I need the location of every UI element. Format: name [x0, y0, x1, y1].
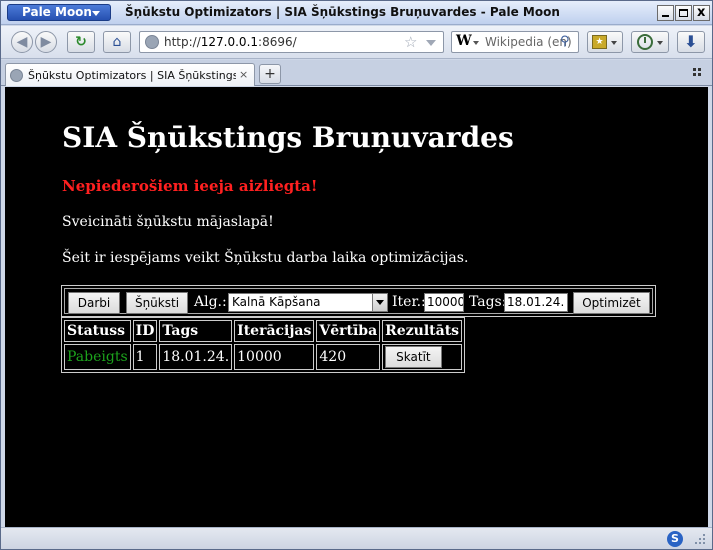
address-bar[interactable]: http://127.0.0.1:8696/ ☆ — [139, 31, 444, 53]
page-content: SIA Šņūkstings Bruņuvardes Nepiederošiem… — [5, 87, 708, 527]
back-icon: ◀ — [16, 34, 28, 50]
navigation-toolbar: ◀ ▶ ↻ ⌂ http://127.0.0.1:8696/ ☆ W Wikip… — [1, 26, 712, 59]
search-icon[interactable]: ⚲ — [560, 34, 570, 49]
control-panel: Darbi Šņūksti Alg.: Kalnā Kāpšana Iter.:… — [61, 285, 656, 317]
algorithm-select[interactable]: Kalnā Kāpšana — [228, 293, 388, 312]
intro-text: Šeit ir iespējams veikt Šņūkstu darba la… — [62, 250, 469, 266]
window-title: Šņūkstu Optimizators | SIA Šņūkstings Br… — [125, 5, 560, 19]
table-header-row: Statuss ID Tags Iterācijas Vērtība Rezul… — [64, 320, 463, 342]
downloads-button[interactable]: ⬇ — [677, 31, 705, 53]
globe-icon — [10, 69, 23, 82]
result-cell: Skatīt — [382, 344, 463, 370]
table-row: Pabeigts 1 18.01.24. 10000 420 Skatīt — [64, 344, 463, 370]
snuksti-button[interactable]: Šņūksti — [126, 292, 188, 314]
jobs-button[interactable]: Darbi — [68, 292, 120, 314]
minimize-button[interactable] — [657, 5, 674, 21]
status-bar: S — [1, 527, 712, 549]
algorithm-selected: Kalnā Kāpšana — [232, 295, 321, 309]
app-menu-label: Pale Moon — [22, 5, 92, 19]
column-header: Iterācijas — [234, 320, 315, 342]
url-host: 127.0.0.1 — [200, 35, 259, 49]
chevron-down-icon — [611, 41, 617, 45]
search-input[interactable]: Wikipedia (en) — [485, 35, 572, 49]
warning-text: Nepiederošiem ieeja aizliegta! — [62, 177, 318, 195]
home-button[interactable]: ⌂ — [103, 31, 131, 53]
column-header: Statuss — [64, 320, 131, 342]
chevron-down-icon[interactable] — [426, 40, 436, 46]
resize-grip-icon[interactable] — [695, 534, 707, 546]
page-title: SIA Šņūkstings Bruņuvardes — [62, 121, 514, 154]
control-panel-inner: Darbi Šņūksti Alg.: Kalnā Kāpšana Iter.:… — [64, 288, 653, 314]
forward-icon: ▶ — [40, 34, 52, 50]
url-text[interactable]: http://127.0.0.1:8696/ — [164, 35, 297, 49]
globe-icon — [145, 35, 159, 49]
close-window-button[interactable]: x — [693, 5, 710, 21]
column-header: Rezultāts — [382, 320, 463, 342]
new-tab-button[interactable]: + — [259, 64, 281, 84]
title-bar: Pale Moon Šņūkstu Optimizators | SIA Šņū… — [1, 1, 712, 25]
iterations-label: Iter.: — [392, 294, 426, 310]
id-cell: 1 — [132, 344, 158, 370]
bookmarks-icon: ★ — [592, 35, 607, 49]
wikipedia-icon[interactable]: W — [456, 33, 472, 49]
chevron-down-icon — [92, 11, 100, 16]
tags-input[interactable]: 18.01.24. — [504, 293, 568, 312]
url-rest: :8696/ — [258, 35, 297, 49]
iterations-cell: 10000 — [234, 344, 315, 370]
download-icon: ⬇ — [684, 32, 698, 51]
bookmarks-button[interactable]: ★ — [587, 31, 623, 53]
results-table: Statuss ID Tags Iterācijas Vērtība Rezul… — [61, 317, 466, 373]
back-button[interactable]: ◀ — [11, 31, 33, 53]
close-tab-icon[interactable]: × — [239, 68, 248, 81]
chevron-down-icon — [372, 294, 387, 311]
app-menu-button[interactable]: Pale Moon — [7, 4, 111, 21]
chevron-down-icon[interactable] — [473, 41, 479, 45]
history-button[interactable] — [631, 31, 669, 53]
status-addon-icon[interactable]: S — [667, 531, 683, 547]
status-cell: Pabeigts — [64, 344, 131, 370]
optimize-button[interactable]: Optimizēt — [573, 292, 650, 314]
column-header: Tags — [159, 320, 233, 342]
search-bar[interactable]: W Wikipedia (en) ⚲ — [451, 31, 579, 53]
home-icon: ⌂ — [112, 34, 122, 50]
minimize-icon — [662, 15, 669, 17]
column-header: Vērtība — [316, 320, 381, 342]
value-cell: 420 — [316, 344, 381, 370]
tab-active[interactable]: Šņūkstu Optimizators | SIA Šņūkstings Br… — [5, 63, 255, 86]
tags-label: Tags: — [469, 294, 507, 310]
forward-button[interactable]: ▶ — [35, 31, 57, 53]
tab-list-icon[interactable] — [693, 68, 703, 78]
chevron-down-icon — [657, 41, 663, 45]
tab-title: Šņūkstu Optimizators | SIA Šņūkstings Br… — [28, 69, 236, 82]
tag-cell: 18.01.24. — [159, 344, 233, 370]
reload-icon: ↻ — [75, 34, 87, 50]
star-icon[interactable]: ☆ — [404, 33, 417, 51]
reload-button[interactable]: ↻ — [67, 31, 95, 53]
view-result-button[interactable]: Skatīt — [385, 346, 442, 368]
column-header: ID — [132, 320, 158, 342]
iterations-input[interactable]: 10000 — [424, 293, 464, 312]
url-prefix: http:// — [164, 35, 201, 49]
welcome-text: Sveicināti šņūkstu mājaslapā! — [62, 214, 274, 230]
tab-bar: Šņūkstu Optimizators | SIA Šņūkstings Br… — [1, 60, 712, 86]
algorithm-label: Alg.: — [194, 294, 227, 310]
browser-window: Pale Moon Šņūkstu Optimizators | SIA Šņū… — [0, 0, 713, 550]
history-icon — [637, 34, 653, 50]
close-icon: x — [697, 5, 706, 20]
maximize-button[interactable] — [675, 5, 692, 21]
maximize-icon — [679, 9, 688, 17]
